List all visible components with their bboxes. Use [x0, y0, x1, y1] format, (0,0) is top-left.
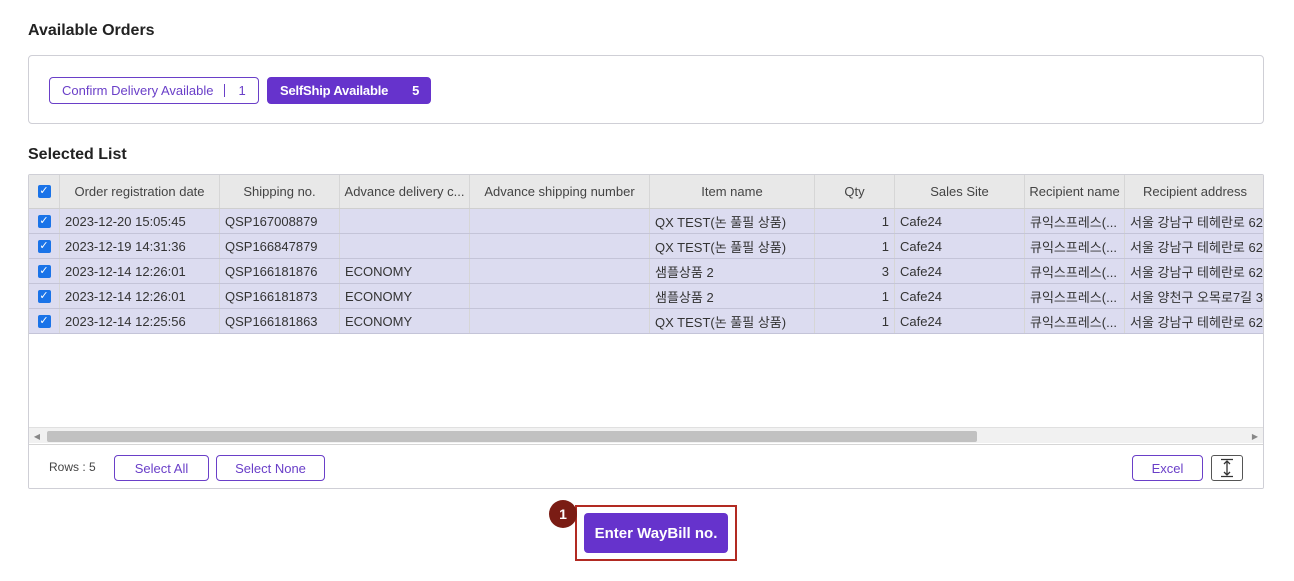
- row-count-label: Rows : 5: [49, 460, 96, 474]
- cell-order-date: 2023-12-14 12:26:01: [60, 259, 220, 283]
- cell-recipient-address: 서울 강남구 테헤란로 62: [1130, 314, 1263, 330]
- checkbox-checked-icon: ✓: [37, 264, 51, 278]
- step-number-badge: 1: [549, 500, 577, 528]
- select-all-button[interactable]: Select All: [114, 455, 209, 481]
- cell-recipient-address: 서울 강남구 테헤란로 62: [1130, 214, 1263, 230]
- cell-qty: 1: [815, 309, 895, 333]
- cell-order-date: 2023-12-19 14:31:36: [60, 234, 220, 258]
- table-row[interactable]: ✓ 2023-12-19 14:31:36 QSP166847879 QX TE…: [29, 234, 1263, 259]
- cell-advance-shipping-number: [470, 284, 650, 308]
- cell-order-date: 2023-12-14 12:25:56: [60, 309, 220, 333]
- vertical-resize-icon: [1221, 458, 1233, 478]
- selected-list-panel: ✓ Order registration date Shipping no. A…: [28, 174, 1264, 489]
- cell-recipient-name: 큐익스프레스(...: [1025, 284, 1125, 308]
- cell-recipient-address: 서울 강남구 테헤란로 62: [1130, 264, 1263, 280]
- checkbox-checked-icon: ✓: [37, 214, 51, 228]
- select-none-button[interactable]: Select None: [216, 455, 325, 481]
- cell-advance-delivery: ECONOMY: [340, 309, 470, 333]
- scrollbar-thumb[interactable]: [47, 431, 977, 442]
- available-orders-title: Available Orders: [28, 22, 155, 39]
- cell-recipient-address: 서울 양천구 오목로7길 3: [1130, 289, 1263, 305]
- confirm-delivery-available-button[interactable]: Confirm Delivery Available 1: [49, 77, 259, 104]
- cell-recipient-address: 서울 강남구 테헤란로 62: [1130, 239, 1263, 255]
- selfship-available-button[interactable]: SelfShip Available 5: [267, 77, 431, 104]
- cell-advance-delivery: [340, 234, 470, 258]
- confirm-delivery-available-count: 1: [238, 83, 246, 98]
- column-header-qty[interactable]: Qty: [815, 175, 895, 208]
- cell-order-date: 2023-12-20 15:05:45: [60, 209, 220, 233]
- table-row[interactable]: ✓ 2023-12-14 12:26:01 QSP166181876 ECONO…: [29, 259, 1263, 284]
- checkbox-checked-icon: ✓: [37, 239, 51, 253]
- checkbox-checked-icon: ✓: [37, 185, 51, 198]
- column-header-sales-site[interactable]: Sales Site: [895, 175, 1025, 208]
- cell-advance-delivery: [340, 209, 470, 233]
- cell-shipping-no: QSP166181863: [220, 309, 340, 333]
- cell-item-name: QX TEST(논 풀필 상품): [650, 209, 815, 233]
- cell-qty: 1: [815, 234, 895, 258]
- cell-advance-shipping-number: [470, 209, 650, 233]
- cell-advance-shipping-number: [470, 309, 650, 333]
- checkbox-checked-icon: ✓: [37, 289, 51, 303]
- table-row[interactable]: ✓ 2023-12-20 15:05:45 QSP167008879 QX TE…: [29, 209, 1263, 234]
- selfship-available-count: 5: [412, 83, 420, 98]
- excel-export-button[interactable]: Excel: [1132, 455, 1203, 481]
- column-header-advance-delivery[interactable]: Advance delivery c...: [340, 175, 470, 208]
- cell-order-date: 2023-12-14 12:26:01: [60, 284, 220, 308]
- selfship-available-label: SelfShip Available: [280, 83, 389, 98]
- filter-separator: [223, 84, 225, 97]
- column-header-advance-shipping-number[interactable]: Advance shipping number: [470, 175, 650, 208]
- grid-header-row: ✓ Order registration date Shipping no. A…: [29, 175, 1263, 209]
- column-header-recipient-address[interactable]: Recipient address: [1125, 175, 1263, 208]
- header-select-all-checkbox[interactable]: ✓: [29, 175, 60, 208]
- cell-qty: 3: [815, 259, 895, 283]
- cell-item-name: QX TEST(논 풀필 상품): [650, 234, 815, 258]
- column-header-item-name[interactable]: Item name: [650, 175, 815, 208]
- chevron-right-icon[interactable]: ▶: [1247, 428, 1263, 443]
- row-checkbox[interactable]: ✓: [29, 259, 60, 283]
- cell-advance-delivery: ECONOMY: [340, 284, 470, 308]
- table-row[interactable]: ✓ 2023-12-14 12:25:56 QSP166181863 ECONO…: [29, 309, 1263, 334]
- row-checkbox[interactable]: ✓: [29, 284, 60, 308]
- cell-recipient-name: 큐익스프레스(...: [1025, 209, 1125, 233]
- checkbox-checked-icon: ✓: [37, 314, 51, 328]
- cell-sales-site: Cafe24: [895, 309, 1025, 333]
- row-checkbox[interactable]: ✓: [29, 209, 60, 233]
- cell-item-name: 샘플상품 2: [650, 259, 815, 283]
- cell-advance-shipping-number: [470, 234, 650, 258]
- resize-grid-button[interactable]: [1211, 455, 1243, 481]
- row-checkbox[interactable]: ✓: [29, 309, 60, 333]
- cell-shipping-no: QSP167008879: [220, 209, 340, 233]
- cell-shipping-no: QSP166847879: [220, 234, 340, 258]
- confirm-delivery-available-label: Confirm Delivery Available: [62, 83, 214, 98]
- cell-recipient-name: 큐익스프레스(...: [1025, 259, 1125, 283]
- chevron-left-icon[interactable]: ◀: [29, 428, 45, 443]
- cell-advance-delivery: ECONOMY: [340, 259, 470, 283]
- orders-grid: ✓ Order registration date Shipping no. A…: [29, 175, 1263, 443]
- cell-item-name: 샘플상품 2: [650, 284, 815, 308]
- enter-waybill-button[interactable]: Enter WayBill no.: [584, 513, 728, 553]
- cell-qty: 1: [815, 209, 895, 233]
- column-header-shipping-no[interactable]: Shipping no.: [220, 175, 340, 208]
- row-checkbox[interactable]: ✓: [29, 234, 60, 258]
- grid-footer: Rows : 5 Select All Select None Excel: [29, 444, 1263, 488]
- cell-shipping-no: QSP166181873: [220, 284, 340, 308]
- cell-recipient-name: 큐익스프레스(...: [1025, 309, 1125, 333]
- available-orders-panel: Confirm Delivery Available 1 SelfShip Av…: [28, 55, 1264, 124]
- cell-recipient-name: 큐익스프레스(...: [1025, 234, 1125, 258]
- column-header-recipient-name[interactable]: Recipient name: [1025, 175, 1125, 208]
- cell-sales-site: Cafe24: [895, 259, 1025, 283]
- cell-sales-site: Cafe24: [895, 284, 1025, 308]
- cell-sales-site: Cafe24: [895, 209, 1025, 233]
- table-row[interactable]: ✓ 2023-12-14 12:26:01 QSP166181873 ECONO…: [29, 284, 1263, 309]
- selected-list-title: Selected List: [28, 146, 127, 163]
- cell-sales-site: Cafe24: [895, 234, 1025, 258]
- cell-item-name: QX TEST(논 풀필 상품): [650, 309, 815, 333]
- cell-shipping-no: QSP166181876: [220, 259, 340, 283]
- cell-advance-shipping-number: [470, 259, 650, 283]
- cell-qty: 1: [815, 284, 895, 308]
- horizontal-scrollbar[interactable]: ◀ ▶: [29, 427, 1263, 443]
- column-header-order-date[interactable]: Order registration date: [60, 175, 220, 208]
